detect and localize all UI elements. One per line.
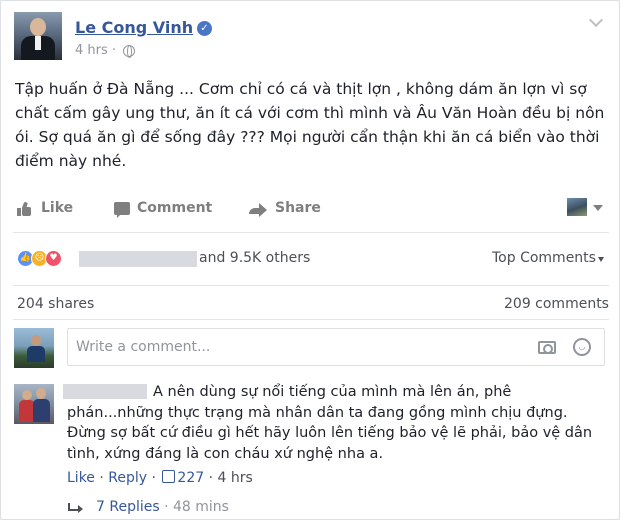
- share-arrow-icon[interactable]: [249, 202, 267, 217]
- comment-like-count[interactable]: 227: [177, 470, 204, 486]
- camera-icon[interactable]: [538, 341, 556, 354]
- comment-like-link[interactable]: Like: [67, 470, 95, 486]
- reply-arrow-icon: [68, 503, 83, 513]
- share-button[interactable]: Share: [275, 200, 321, 216]
- thumbs-up-icon[interactable]: [17, 201, 31, 216]
- author-avatar[interactable]: [14, 12, 62, 60]
- comment-text: A nên dùng sự nổi tiếng của mình mà lên …: [67, 384, 593, 462]
- view-replies-link[interactable]: 7 Replies · 48 mins: [96, 499, 229, 515]
- redacted-name: [79, 251, 197, 267]
- comment-input[interactable]: Write a comment... ◡: [67, 328, 605, 366]
- comments-count[interactable]: 209 comments: [504, 296, 609, 312]
- love-reaction-icon: ♥: [45, 250, 62, 267]
- post-actions: Like Comment Share: [1, 197, 620, 223]
- divider: [13, 285, 609, 286]
- shares-count[interactable]: 204 shares: [17, 296, 94, 312]
- globe-icon[interactable]: [123, 45, 135, 58]
- author-name[interactable]: Le Cong Vinh: [75, 18, 193, 37]
- like-button[interactable]: Like: [41, 200, 73, 216]
- chevron-down-icon[interactable]: [593, 205, 603, 211]
- post-text: Tập huấn ở Đà Nẵng ... Cơm chỉ có cá và …: [15, 80, 605, 170]
- comment-reply-link[interactable]: Reply: [108, 470, 147, 486]
- divider: [13, 319, 609, 320]
- speech-bubble-icon[interactable]: [114, 202, 130, 218]
- verified-check-icon: ✓: [197, 21, 212, 36]
- viewer-avatar: [14, 328, 54, 368]
- comment-time[interactable]: 4 hrs: [218, 470, 253, 486]
- post-card: Le Cong Vinh ✓ 4 hrs · Tập huấn ở Đà Nẵn…: [0, 0, 620, 520]
- post-options-chevron-icon[interactable]: [588, 12, 604, 28]
- commenter-avatar[interactable]: [14, 384, 54, 424]
- reaction-count[interactable]: and 9.5K others: [199, 250, 310, 266]
- thumbs-up-icon: [162, 470, 176, 483]
- post-time[interactable]: 4 hrs ·: [75, 43, 116, 58]
- comment-input-placeholder: Write a comment...: [76, 339, 211, 355]
- smiley-icon[interactable]: ◡: [573, 338, 591, 356]
- comment-meta: Like · Reply · 227 · 4 hrs: [67, 470, 253, 486]
- comment-sort-dropdown[interactable]: Top Comments: [492, 250, 596, 266]
- reaction-icons[interactable]: 👍 ☹ ♥: [17, 250, 77, 268]
- divider: [13, 232, 609, 233]
- comment-button[interactable]: Comment: [137, 200, 212, 216]
- chevron-down-icon[interactable]: [598, 257, 604, 262]
- page-selector-avatar[interactable]: [567, 198, 587, 216]
